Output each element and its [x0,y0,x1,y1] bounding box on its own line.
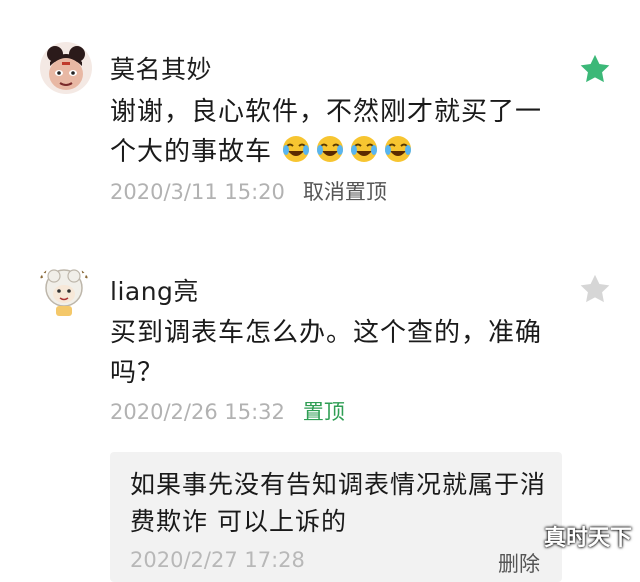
comment-text: 买到调表车怎么办。这个查的，准确吗？ [110,318,543,388]
laughing-emoji-icon [283,136,310,162]
username[interactable]: 莫名其妙 [110,50,212,86]
username[interactable]: liang亮 [110,272,199,308]
laughing-emoji-icon [385,136,412,162]
comment-text: 谢谢，良心软件，不然刚才就买了一个大的事故车 [110,92,560,172]
comment-time: 2020/2/26 15:32 [110,400,285,424]
pin-button[interactable]: 置顶 [303,400,345,424]
star-icon[interactable] [578,272,612,306]
laughing-emoji-icon [317,136,344,162]
comment-time: 2020/3/11 15:20 [110,180,285,204]
avatar[interactable] [36,264,92,320]
delete-button[interactable]: 删除 [498,548,540,578]
reply-time: 2020/2/27 17:28 [130,548,305,572]
watermark: 真时天下 [543,526,632,551]
unpin-button[interactable]: 取消置顶 [303,180,387,204]
avatar[interactable] [40,42,92,94]
comment-meta: 2020/3/11 15:20 取消置顶 [110,176,387,206]
emoji-group [272,136,417,167]
reply-box: 如果事先没有告知调表情况就属于消费欺诈 可以上诉的 2020/2/27 17:2… [110,452,562,582]
laughing-emoji-icon [351,136,378,162]
comment-meta: 2020/2/26 15:32 置顶 [110,396,345,426]
comment-item: 莫名其妙 谢谢，良心软件，不然刚才就买了一个大的事故车 2020/3/11 15… [0,0,640,220]
star-icon[interactable] [578,52,612,86]
comment-item: liang亮 买到调表车怎么办。这个查的，准确吗？ 2020/2/26 15:3… [0,240,640,450]
reply-text: 如果事先没有告知调表情况就属于消费欺诈 可以上诉的 [130,470,547,536]
